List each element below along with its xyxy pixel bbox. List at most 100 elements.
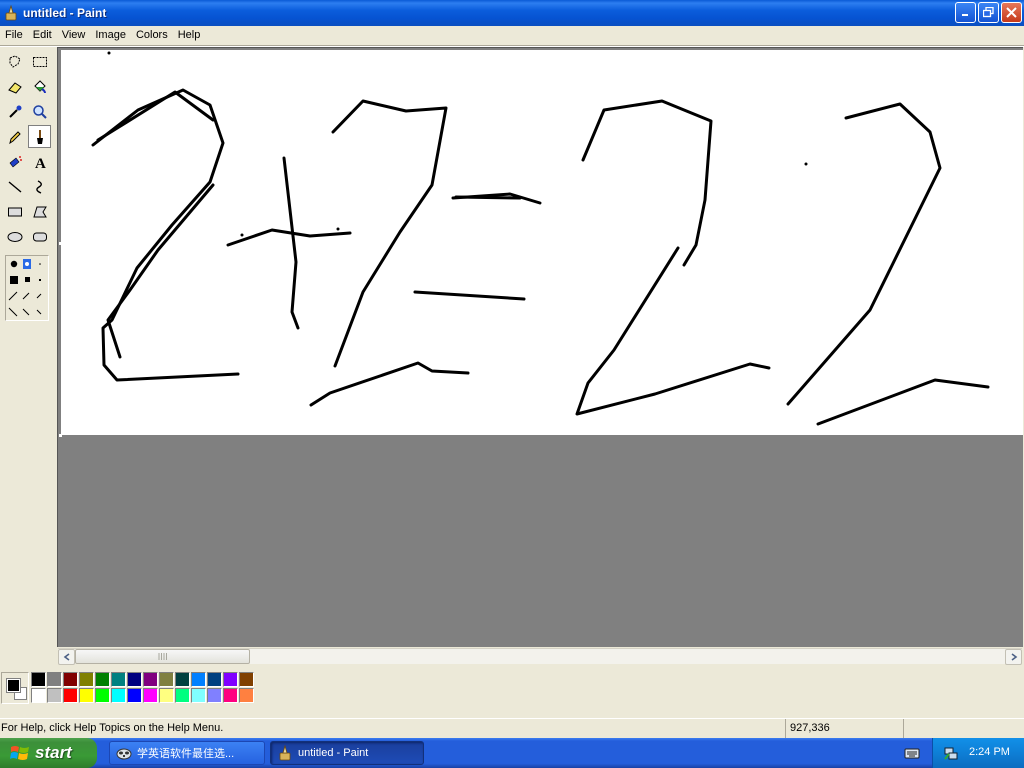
taskbar-button-paint[interactable]: untitled - Paint: [270, 741, 424, 765]
brush-shape-square-large[interactable]: [10, 276, 18, 284]
windows-logo-icon: [10, 744, 30, 762]
horizontal-scrollbar[interactable]: [58, 648, 1022, 665]
curve-icon: [35, 179, 42, 194]
color-swatch[interactable]: [223, 688, 238, 703]
polygon-tool[interactable]: [28, 200, 51, 223]
brush-shape-slash[interactable]: [8, 291, 42, 301]
color-swatch[interactable]: [79, 688, 94, 703]
task-label: 学英语软件最佳选...: [137, 748, 235, 760]
color-box: [0, 667, 1024, 712]
menu-file[interactable]: File: [0, 26, 28, 45]
text-tool[interactable]: A: [28, 150, 51, 173]
polygon-icon: [32, 206, 47, 217]
window-title: untitled - Paint: [23, 6, 107, 20]
eraser-tool[interactable]: [3, 75, 26, 98]
title-bar[interactable]: untitled - Paint: [0, 0, 1024, 26]
color-swatch[interactable]: [47, 688, 62, 703]
brush-shape-square-small[interactable]: [39, 279, 41, 281]
scroll-right-button[interactable]: [1005, 649, 1022, 665]
taskbar: start 学英语软件最佳选... untitled - Paint 2:24 …: [0, 738, 1024, 768]
color-swatch[interactable]: [191, 672, 206, 687]
drawing: [91, 51, 990, 426]
minimize-icon: [962, 14, 968, 16]
color-swatch[interactable]: [63, 688, 78, 703]
brush-icon: [36, 129, 43, 144]
close-button[interactable]: [1001, 2, 1022, 23]
scroll-thumb[interactable]: [75, 649, 250, 664]
magnifier-tool[interactable]: [28, 100, 51, 123]
curve-tool[interactable]: [28, 175, 51, 198]
color-swatch[interactable]: [159, 672, 174, 687]
text-icon: A: [35, 156, 46, 170]
task-label: untitled - Paint: [298, 747, 369, 759]
color-swatch[interactable]: [175, 688, 190, 703]
line-tool[interactable]: [3, 175, 26, 198]
eyedropper-icon: [8, 105, 21, 118]
color-swatch[interactable]: [95, 672, 110, 687]
brush-shape-round-large[interactable]: [10, 260, 18, 268]
color-swatch[interactable]: [143, 688, 158, 703]
ellipse-tool[interactable]: [3, 225, 26, 248]
minimize-button[interactable]: [955, 2, 976, 23]
free-form-select-tool[interactable]: [3, 50, 26, 73]
color-swatch[interactable]: [111, 688, 126, 703]
free-form-select-icon: [9, 54, 21, 68]
menu-help[interactable]: Help: [173, 26, 206, 45]
canvas-resize-handle-corner[interactable]: [59, 434, 62, 437]
menu-view[interactable]: View: [57, 26, 91, 45]
brush-shape-round-small[interactable]: [39, 263, 41, 265]
color-swatch[interactable]: [95, 688, 110, 703]
color-swatch[interactable]: [239, 688, 254, 703]
drawing-canvas[interactable]: [61, 50, 1023, 435]
color-swatch[interactable]: [47, 672, 62, 687]
airbrush-icon: [9, 155, 22, 167]
start-button[interactable]: start: [0, 738, 97, 768]
close-icon: [1006, 7, 1017, 18]
brush-shape-backslash[interactable]: [8, 307, 42, 317]
current-colors-indicator: [1, 672, 29, 704]
color-swatch[interactable]: [207, 688, 222, 703]
brush-shape-square-medium[interactable]: [25, 277, 30, 282]
color-swatch[interactable]: [63, 672, 78, 687]
keyboard-icon[interactable]: [904, 746, 920, 763]
color-swatch[interactable]: [159, 688, 174, 703]
eraser-icon: [7, 81, 22, 94]
scroll-right-icon: [1011, 653, 1017, 661]
color-swatch[interactable]: [31, 688, 46, 703]
clock[interactable]: 2:24 PM: [969, 746, 1010, 758]
rounded-rectangle-tool[interactable]: [28, 225, 51, 248]
grip-icon: [158, 653, 167, 660]
cursor-coordinates: 927,336: [785, 719, 903, 738]
rectangle-icon: [7, 207, 22, 216]
color-swatch[interactable]: [143, 672, 158, 687]
color-swatch[interactable]: [127, 688, 142, 703]
color-swatch[interactable]: [239, 672, 254, 687]
network-icon[interactable]: [943, 745, 959, 764]
menu-image[interactable]: Image: [90, 26, 131, 45]
color-swatch[interactable]: [111, 672, 126, 687]
menu-edit[interactable]: Edit: [28, 26, 57, 45]
status-help-text: For Help, click Help Topics on the Help …: [1, 722, 224, 734]
color-swatch[interactable]: [223, 672, 238, 687]
restore-button[interactable]: [978, 2, 999, 23]
menu-colors[interactable]: Colors: [131, 26, 173, 45]
taskbar-button-chinese-app[interactable]: 学英语软件最佳选...: [109, 741, 265, 765]
start-label: start: [35, 743, 72, 762]
canvas-resize-handle-left[interactable]: [59, 242, 62, 245]
color-swatch[interactable]: [31, 672, 46, 687]
scroll-left-button[interactable]: [58, 649, 75, 665]
brush-tool[interactable]: [28, 125, 51, 148]
paint-app-icon[interactable]: [3, 5, 19, 21]
fill-with-color-tool[interactable]: [28, 75, 51, 98]
pencil-tool[interactable]: [3, 125, 26, 148]
rectangle-tool[interactable]: [3, 200, 26, 223]
select-tool[interactable]: [28, 50, 51, 73]
color-swatch[interactable]: [175, 672, 190, 687]
airbrush-tool[interactable]: [3, 150, 26, 173]
color-swatch[interactable]: [127, 672, 142, 687]
color-swatch[interactable]: [191, 688, 206, 703]
color-swatch[interactable]: [79, 672, 94, 687]
pick-color-tool[interactable]: [3, 100, 26, 123]
restore-icon: [983, 7, 994, 18]
color-swatch[interactable]: [207, 672, 222, 687]
